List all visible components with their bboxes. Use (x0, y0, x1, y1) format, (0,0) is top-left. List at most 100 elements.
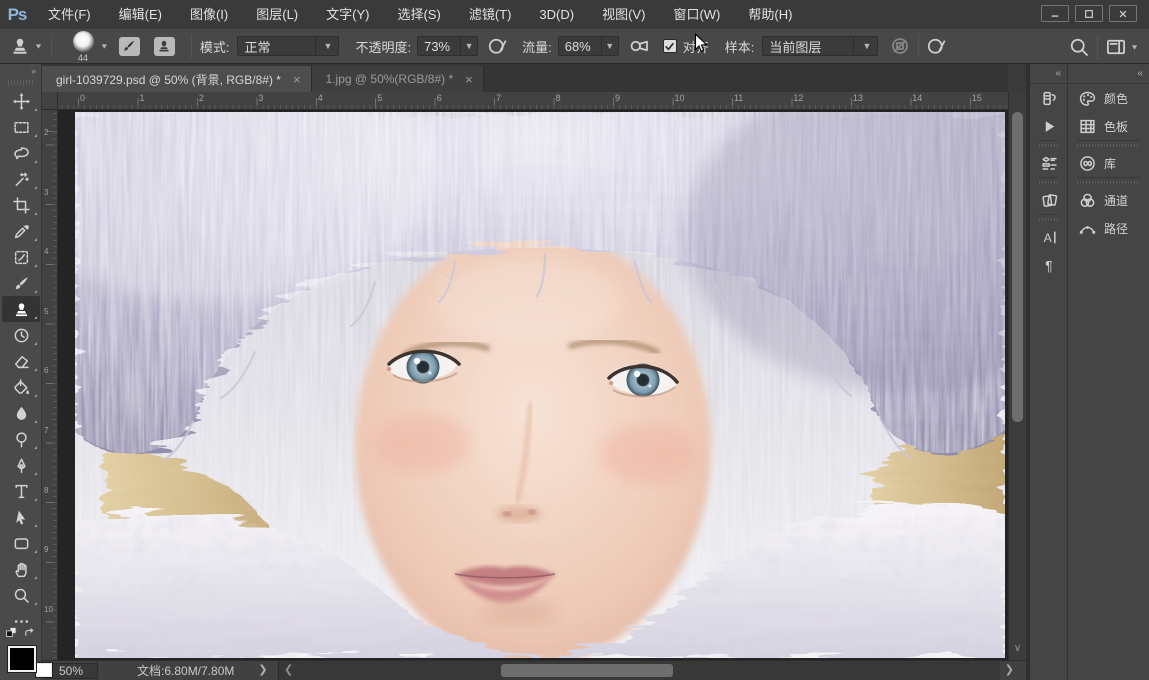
menu-item-type[interactable]: 文字(Y) (312, 0, 383, 29)
toolbar-expand-button[interactable]: » (0, 64, 41, 78)
panel-tab-actions[interactable] (1030, 112, 1068, 140)
menu-item-file[interactable]: 文件(F) (34, 0, 105, 29)
aligned-checkbox[interactable] (663, 39, 677, 53)
airbrush-toggle-icon[interactable] (629, 36, 649, 56)
tool-dodge[interactable] (2, 426, 40, 452)
path-select-icon (13, 509, 30, 526)
blend-mode-select[interactable]: 正常 ▼ (237, 36, 339, 56)
toggle-clone-source-panel-button[interactable] (154, 37, 175, 56)
vertical-scrollbar-thumb[interactable] (1012, 112, 1023, 422)
chevron-down-icon: ▼ (100, 42, 109, 50)
tool-rect-marquee[interactable] (2, 114, 40, 140)
menu-item-help[interactable]: 帮助(H) (734, 0, 806, 29)
tool-crop[interactable] (2, 192, 40, 218)
pressure-opacity-icon[interactable] (488, 36, 508, 56)
tool-eyedropper[interactable] (2, 218, 40, 244)
collapse-panels-button[interactable]: « (1068, 64, 1149, 84)
tool-blur[interactable] (2, 400, 40, 426)
status-options-button[interactable]: ❯ (254, 663, 272, 679)
horizontal-scrollbar[interactable]: ❮ ❯ (278, 661, 1000, 680)
tool-paint-bucket[interactable] (2, 374, 40, 400)
status-bar: 50% 文档:6.80M/7.80M ❯ ❮ ❯ (42, 660, 1026, 680)
search-icon[interactable] (1069, 37, 1089, 57)
scroll-left-icon[interactable]: ❮ (284, 663, 293, 678)
tab-close-icon[interactable]: × (293, 73, 301, 86)
search-icon (1069, 37, 1089, 57)
canvas-pasteboard[interactable] (58, 110, 1008, 660)
clone-stamp-icon (10, 36, 30, 56)
panel-tab-color[interactable]: 颜色 (1068, 84, 1149, 112)
tool-move[interactable] (2, 88, 40, 114)
maximize-button[interactable] (1075, 5, 1103, 22)
tab-close-icon[interactable]: × (465, 73, 473, 86)
menu-item-image[interactable]: 图像(I) (176, 0, 242, 29)
ruler-number: 9 (44, 545, 48, 554)
panel-tab-swatches[interactable]: 色板 (1068, 112, 1149, 140)
workspace-switcher-icon[interactable] (1106, 37, 1126, 57)
tool-clone-stamp[interactable] (2, 296, 40, 322)
vertical-ruler[interactable]: 2345678910 (42, 110, 58, 660)
scroll-down-icon[interactable]: ∨ (1009, 643, 1026, 654)
tool-zoom[interactable] (2, 582, 40, 608)
tool-preset-picker[interactable]: ▼ (10, 36, 43, 56)
document-image[interactable] (75, 112, 1005, 658)
panel-tab-clone-source[interactable] (1030, 186, 1068, 214)
toggle-brush-panel-button[interactable] (119, 37, 140, 56)
tool-history-brush[interactable] (2, 322, 40, 348)
scroll-right-icon[interactable]: ❯ (1005, 663, 1014, 678)
menu-item-window[interactable]: 窗口(W) (659, 0, 734, 29)
pressure-size-icon[interactable] (927, 36, 947, 56)
panel-tab-paragraph[interactable]: ¶ (1030, 251, 1068, 279)
menu-item-layer[interactable]: 图层(L) (242, 0, 312, 29)
toolbar-grip (8, 80, 33, 85)
tool-path-select[interactable] (2, 504, 40, 530)
tool-brush[interactable] (2, 270, 40, 296)
menu-item-view[interactable]: 视图(V) (588, 0, 659, 29)
tool-magic-wand[interactable] (2, 166, 40, 192)
horizontal-scrollbar-thumb[interactable] (501, 664, 673, 677)
swap-colors-icon[interactable] (23, 626, 36, 639)
ignore-adjustment-layers-icon[interactable] (890, 36, 910, 56)
opacity-input[interactable]: 73% (417, 36, 461, 56)
close-button[interactable] (1109, 5, 1137, 22)
document-tab-doc1[interactable]: girl-1039729.psd @ 50% (背景, RGB/8#) *× (42, 66, 312, 92)
panel-tab-channels[interactable]: 通道 (1068, 186, 1149, 214)
sample-select[interactable]: 当前图层 ▼ (762, 36, 878, 56)
menu-item-3d[interactable]: 3D(D) (525, 0, 588, 29)
ruler-number: 6 (437, 93, 442, 103)
tool-hand[interactable] (2, 556, 40, 582)
menu-item-edit[interactable]: 编辑(E) (105, 0, 176, 29)
opacity-dropdown-button[interactable]: ▼ (461, 36, 478, 56)
tool-options-bar: ▼ 44 ▼ 模式: 正常 ▼ 不透明度: 73% ▼ 流量: 68% ▼ (0, 29, 1149, 64)
tool-type[interactable] (2, 478, 40, 504)
ruler-number: 0 (80, 93, 85, 103)
menu-item-filter[interactable]: 滤镜(T) (455, 0, 526, 29)
ruler-origin-corner[interactable] (42, 92, 58, 110)
menu-item-select[interactable]: 选择(S) (383, 0, 454, 29)
tool-lasso[interactable] (2, 140, 40, 166)
tool-healing-patch[interactable] (2, 244, 40, 270)
panel-tab-history[interactable] (1030, 84, 1068, 112)
mode-label: 模式: (200, 37, 230, 56)
flow-dropdown-button[interactable]: ▼ (602, 36, 619, 56)
background-color-swatch[interactable] (35, 662, 53, 678)
panel-tab-properties[interactable] (1030, 149, 1068, 177)
minimize-button[interactable] (1041, 5, 1069, 22)
panel-tab-paths[interactable]: 路径 (1068, 214, 1149, 242)
flow-input[interactable]: 68% (558, 36, 602, 56)
collapse-panels-button[interactable]: « (1030, 64, 1067, 84)
tool-shape[interactable] (2, 530, 40, 556)
actions-icon (1041, 118, 1058, 135)
horizontal-ruler[interactable]: 0123456789101112131415 (58, 92, 1008, 110)
brush-preset-picker[interactable]: 44 (70, 31, 96, 61)
default-colors-icon[interactable] (5, 626, 18, 639)
panel-tab-character[interactable]: A (1030, 223, 1068, 251)
menu-items: 文件(F)编辑(E)图像(I)图层(L)文字(Y)选择(S)滤镜(T)3D(D)… (34, 0, 806, 29)
tool-pen[interactable] (2, 452, 40, 478)
vertical-scrollbar[interactable]: ∨ (1008, 92, 1026, 660)
foreground-color-swatch[interactable] (8, 646, 36, 672)
tool-eraser[interactable] (2, 348, 40, 374)
chevron-down-icon: ▼ (853, 37, 871, 55)
document-tab-doc2[interactable]: 1.jpg @ 50%(RGB/8#) *× (312, 66, 484, 92)
panel-tab-libraries[interactable]: 库 (1068, 149, 1149, 177)
